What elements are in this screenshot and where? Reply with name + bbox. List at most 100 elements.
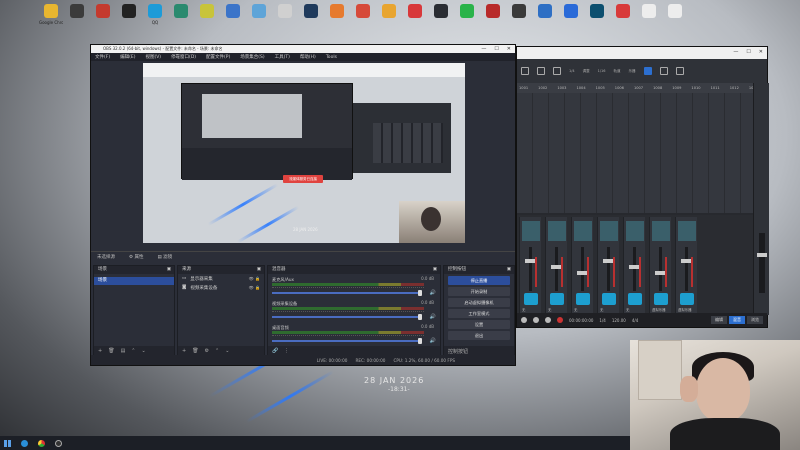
daw-titlebar[interactable]: — ☐ ✕ xyxy=(517,47,767,59)
trash-icon[interactable]: 🗑 xyxy=(108,348,114,354)
trash-icon[interactable]: 🗑 xyxy=(192,348,198,354)
filter-icon[interactable]: ▤ xyxy=(121,348,126,354)
desktop-icon[interactable]: QQ xyxy=(144,2,166,36)
daw-channel-strip[interactable]: 无 xyxy=(597,217,619,313)
source-item[interactable]: ◙ 视频采集设备 👁 🔒 xyxy=(178,283,264,292)
menu-edit[interactable]: 编辑(E) xyxy=(120,54,135,60)
gear-icon[interactable]: ⚙ xyxy=(205,348,209,354)
start-recording-button[interactable]: 开始录制 xyxy=(448,287,510,296)
edge-icon[interactable] xyxy=(21,439,28,447)
fader-track[interactable] xyxy=(659,247,662,291)
fader-track[interactable] xyxy=(685,247,688,291)
desktop-icon[interactable] xyxy=(326,2,348,36)
instrument-icon[interactable] xyxy=(680,293,694,305)
dock-menu-icon[interactable]: ▣ xyxy=(507,266,511,274)
dock-menu-icon[interactable]: ▣ xyxy=(433,266,437,274)
menu-help[interactable]: 帮助(H) xyxy=(300,54,316,60)
maximize-icon[interactable]: ☐ xyxy=(746,49,750,55)
close-icon[interactable]: ✕ xyxy=(507,45,511,53)
desktop-icon[interactable] xyxy=(482,2,504,36)
menu-file[interactable]: 文件(F) xyxy=(95,54,110,60)
volume-slider[interactable] xyxy=(272,340,422,342)
insert-slot[interactable] xyxy=(626,221,644,241)
down-icon[interactable]: ⌄ xyxy=(142,348,146,354)
add-icon[interactable]: + xyxy=(98,348,102,354)
eye-icon[interactable]: 👁 xyxy=(249,285,254,290)
tab-browse[interactable]: 浏览 xyxy=(747,316,763,324)
desktop-icon[interactable] xyxy=(430,2,452,36)
desktop-icon[interactable] xyxy=(248,2,270,36)
fader-track[interactable] xyxy=(555,247,558,291)
link-icon[interactable]: 🔗 xyxy=(272,348,278,354)
stop-icon[interactable] xyxy=(533,317,539,323)
desktop-icon[interactable] xyxy=(274,2,296,36)
desktop-icon[interactable] xyxy=(612,2,634,36)
menu-tools[interactable]: 工具(T) xyxy=(275,54,290,60)
lock-icon[interactable]: 🔒 xyxy=(255,276,260,281)
instrument-label[interactable]: 乐器 xyxy=(629,69,636,74)
volume-slider[interactable] xyxy=(272,292,422,294)
desktop-icon[interactable] xyxy=(196,2,218,36)
desktop-icon[interactable] xyxy=(560,2,582,36)
instrument-icon[interactable] xyxy=(654,293,668,305)
desktop-icon[interactable] xyxy=(456,2,478,36)
insert-slot[interactable] xyxy=(600,221,618,241)
fader-track[interactable] xyxy=(633,247,636,291)
insert-slot[interactable] xyxy=(652,221,670,241)
desktop-icon[interactable] xyxy=(92,2,114,36)
settings-button[interactable]: 设置 xyxy=(448,320,510,329)
desktop-icon[interactable] xyxy=(378,2,400,36)
maximize-icon[interactable]: ☐ xyxy=(494,45,498,53)
fader-track[interactable] xyxy=(607,247,610,291)
menu-view[interactable]: 视图(V) xyxy=(145,54,161,60)
daw-channel-strip[interactable]: 虚拟乐器 xyxy=(675,217,697,313)
insert-slot[interactable] xyxy=(522,221,540,241)
up-icon[interactable]: ⌃ xyxy=(215,348,219,354)
tool-icon[interactable] xyxy=(675,67,684,75)
tool-icon[interactable] xyxy=(553,67,561,75)
speaker-icon[interactable]: 🔊 xyxy=(430,338,436,344)
instrument-icon[interactable] xyxy=(576,293,590,305)
insert-slot[interactable] xyxy=(548,221,566,241)
source-item[interactable]: ▭ 显示器采集 👁 🔒 xyxy=(178,274,264,283)
down-icon[interactable]: ⌄ xyxy=(225,348,229,354)
menu-profile[interactable]: 配置文件(P) xyxy=(206,54,230,60)
desktop-icon[interactable] xyxy=(66,2,88,36)
desktop-icon[interactable] xyxy=(664,2,686,36)
quantize-label[interactable]: 1/4 xyxy=(569,69,575,73)
chrome-icon[interactable] xyxy=(38,439,45,447)
stop-streaming-button[interactable]: 停止直播 xyxy=(448,276,510,285)
instrument-icon[interactable] xyxy=(628,293,642,305)
obs-window[interactable]: OBS 32.0.2 (64-bit, windows) - 配置文件: 未命名… xyxy=(90,44,516,366)
desktop-icon[interactable] xyxy=(534,2,556,36)
scene-item[interactable]: 场景 xyxy=(94,277,174,285)
add-icon[interactable]: + xyxy=(182,348,186,354)
track-label[interactable]: 轨道 xyxy=(614,69,621,74)
eye-icon[interactable]: 👁 xyxy=(249,276,254,281)
volume-slider-handle[interactable] xyxy=(418,290,422,296)
daw-timeline[interactable]: 1001 1002 1003 1004 1005 1006 1007 1008 1009 1010… xyxy=(517,83,767,93)
windows-start-icon[interactable] xyxy=(4,439,11,447)
desktop-icon[interactable] xyxy=(118,2,140,36)
studio-mode-button[interactable]: 工作室模式 xyxy=(448,309,510,318)
minimize-icon[interactable]: — xyxy=(733,49,738,55)
minimize-icon[interactable]: — xyxy=(481,45,486,53)
desktop-icon[interactable]: Google Chrome xyxy=(39,2,63,36)
obs-titlebar[interactable]: OBS 32.0.2 (64-bit, windows) - 配置文件: 未命名… xyxy=(91,45,515,53)
desktop-icon[interactable] xyxy=(586,2,608,36)
adjust-label[interactable]: 调整 xyxy=(583,69,590,74)
speaker-icon[interactable]: 🔊 xyxy=(430,314,436,320)
tool-icon[interactable] xyxy=(659,67,668,75)
daw-channel-strip[interactable]: 虚拟乐器 xyxy=(649,217,671,313)
dock-menu-icon[interactable]: ▣ xyxy=(257,266,261,274)
desktop-icon[interactable] xyxy=(222,2,244,36)
speaker-icon[interactable]: 🔊 xyxy=(430,290,436,296)
filters-button[interactable]: ▤ 滤镜 xyxy=(157,254,172,260)
fader-track[interactable] xyxy=(529,247,532,291)
exit-button[interactable]: 退出 xyxy=(448,331,510,340)
start-virtual-camera-button[interactable]: 启动虚拟摄像机 xyxy=(448,298,510,307)
menu-docks[interactable]: 停靠窗口(D) xyxy=(171,54,196,60)
menu-scene-collection[interactable]: 场景集合(S) xyxy=(240,54,264,60)
obs-preview[interactable]: 流媒体服务已连接 28 JAN 2026 xyxy=(143,63,465,243)
close-icon[interactable]: ✕ xyxy=(759,49,763,55)
